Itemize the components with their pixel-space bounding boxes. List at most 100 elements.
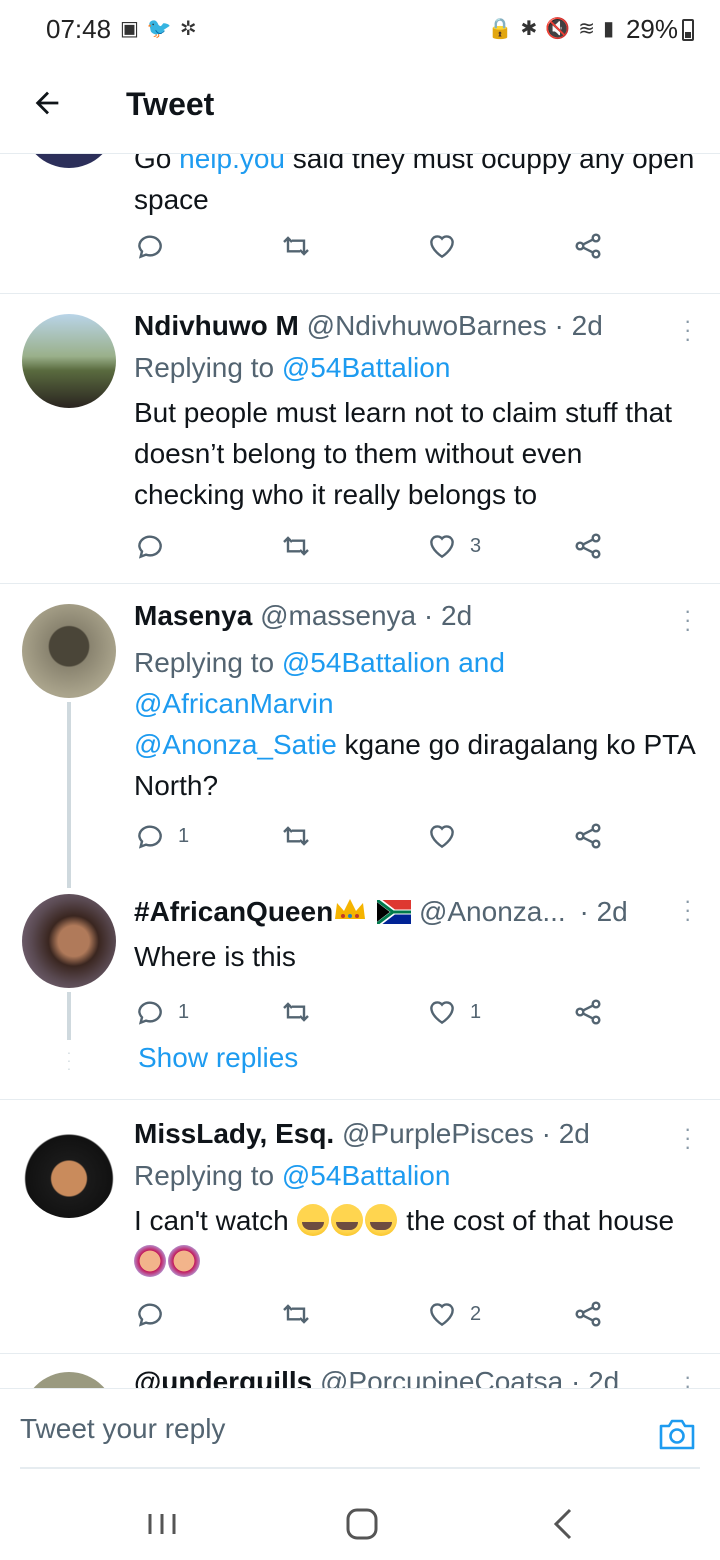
- woman-gesturing-no-emoji-icon: [134, 1245, 166, 1277]
- reply-icon: [138, 825, 162, 849]
- author-handle[interactable]: @Anonza...: [419, 896, 566, 927]
- more-options-icon[interactable]: ···: [684, 310, 691, 350]
- more-options-icon[interactable]: ···: [684, 1366, 691, 1389]
- avatar[interactable]: [22, 154, 116, 168]
- battery-percent: 29%: [625, 14, 678, 44]
- status-time: 07:48: [46, 14, 112, 44]
- tweet-reply[interactable]: @underquills @PorcupineCoatsa · 2d ···: [0, 1354, 720, 1388]
- like-button[interactable]: 2: [426, 1298, 481, 1330]
- avatar[interactable]: [22, 1372, 116, 1388]
- mention-link[interactable]: @Anonza_Satie: [134, 729, 337, 760]
- south-africa-flag-icon: [377, 900, 412, 924]
- share-icon: [575, 1301, 601, 1327]
- woman-gesturing-no-emoji-icon: [168, 1245, 200, 1277]
- more-options-icon[interactable]: ···: [684, 600, 691, 640]
- crying-emoji-icon: [330, 1204, 363, 1236]
- show-replies-link[interactable]: Show replies: [138, 1042, 298, 1074]
- reply-icon: [138, 1303, 162, 1327]
- more-options-icon[interactable]: ···: [684, 1118, 691, 1158]
- tweet-reply[interactable]: MissLady, Esq. @PurplePisces · 2d · · · Re…: [0, 1100, 720, 1354]
- avatar[interactable]: [22, 894, 116, 988]
- heart-icon: [430, 825, 454, 849]
- tweet-time: · 2d: [579, 896, 628, 927]
- author-handle[interactable]: @massenya: [260, 600, 416, 631]
- bluetooth-icon: ✱: [520, 18, 538, 40]
- mention-link[interactable]: @54Battalion: [282, 352, 451, 383]
- retweet-icon: [283, 1304, 309, 1324]
- twitter-icon: 🐦: [146, 18, 172, 40]
- retweet-button[interactable]: [280, 1298, 312, 1330]
- tweet-partial[interactable]: Go help.you said they must ocuppy any op…: [0, 154, 720, 294]
- reply-button[interactable]: 1: [134, 820, 189, 852]
- tweet-actions: 2: [134, 1298, 614, 1332]
- share-button[interactable]: [572, 1298, 604, 1330]
- back-icon[interactable]: [544, 1504, 584, 1544]
- gallery-icon: ▣: [120, 18, 139, 40]
- author-handle[interactable]: @PorcupineCoatsa: [320, 1366, 563, 1388]
- replying-to: Replying to @54Battalion and @AfricanMarv…: [134, 647, 505, 719]
- reply-button[interactable]: [134, 1298, 178, 1330]
- tweet-time: · 2d: [571, 1366, 620, 1388]
- tweet-body: Where is this: [134, 941, 296, 972]
- retweet-button[interactable]: [280, 996, 312, 1028]
- tweet-body: But people must learn not to claim stuff…: [134, 397, 673, 510]
- share-icon: [575, 999, 601, 1025]
- reply-button[interactable]: [134, 230, 166, 262]
- share-button[interactable]: [572, 530, 604, 562]
- mention-link[interactable]: @54Battalion: [282, 1160, 451, 1191]
- mute-icon: 🔇: [545, 18, 571, 40]
- share-button[interactable]: [572, 230, 604, 262]
- tweet-reply[interactable]: Masenya @massenya · 2d · · · Replying to @…: [0, 584, 720, 888]
- pinwheel-icon: ✲: [179, 18, 197, 40]
- mention-link[interactable]: @54Battalion and: [282, 647, 505, 678]
- author-name[interactable]: @underquills: [134, 1366, 312, 1388]
- like-button[interactable]: [426, 820, 470, 852]
- crying-emoji-icon: [364, 1204, 397, 1236]
- avatar[interactable]: [22, 1124, 116, 1218]
- battery-icon: [682, 18, 694, 41]
- like-button[interactable]: 3: [426, 530, 481, 562]
- reply-feed[interactable]: Go help.you said they must ocuppy any op…: [0, 154, 720, 1388]
- avatar[interactable]: [22, 604, 116, 698]
- retweet-icon: [283, 536, 309, 556]
- retweet-button[interactable]: [280, 530, 312, 562]
- back-arrow-icon[interactable]: [30, 86, 64, 126]
- share-button[interactable]: [572, 996, 604, 1028]
- author-name[interactable]: Masenya: [134, 600, 252, 631]
- reply-button[interactable]: [134, 530, 178, 562]
- tweet-reply[interactable]: #AfricanQueen @Anonza... · 2d · · · Where …: [0, 874, 720, 1100]
- reply-button[interactable]: 1: [134, 996, 189, 1028]
- home-icon[interactable]: [342, 1504, 382, 1544]
- heart-icon: [430, 1303, 454, 1327]
- retweet-button[interactable]: [280, 820, 312, 852]
- tweet-time: · 2d: [423, 600, 473, 631]
- tweet-link[interactable]: help.you: [179, 154, 285, 174]
- heart-icon: [430, 1001, 454, 1025]
- author-handle[interactable]: @NdivhuwoBarnes: [307, 310, 547, 341]
- author-name[interactable]: MissLady, Esq.: [134, 1118, 334, 1149]
- author-name[interactable]: Ndivhuwo M: [134, 310, 299, 341]
- reply-icon: [138, 1001, 162, 1025]
- more-options-icon[interactable]: ···: [684, 890, 691, 930]
- like-count: 2: [470, 1302, 482, 1325]
- tweet-actions: 3: [134, 530, 614, 564]
- reply-composer: Tweet your reply: [0, 1388, 720, 1480]
- tweet-actions: [134, 230, 614, 264]
- mention-link[interactable]: @AfricanMarvin: [134, 688, 334, 719]
- tweet-reply[interactable]: Ndivhuwo M @NdivhuwoBarnes · 2d · · · Repl…: [0, 294, 720, 584]
- like-button[interactable]: 1: [426, 996, 481, 1028]
- author-handle[interactable]: @PurplePisces: [342, 1118, 534, 1149]
- status-bar: 07:48 ▣ 🐦 ✲ 🔒 ✱ 🔇 ≋ ▮ 29%: [0, 0, 720, 58]
- recents-icon[interactable]: [142, 1504, 182, 1544]
- tweet-time: · 2d: [554, 310, 603, 341]
- reply-input[interactable]: Tweet your reply: [20, 1413, 700, 1469]
- retweet-button[interactable]: [280, 230, 312, 262]
- avatar[interactable]: [22, 314, 116, 408]
- share-button[interactable]: [572, 820, 604, 852]
- author-name[interactable]: #AfricanQueen: [134, 896, 412, 927]
- reply-count: 1: [178, 1000, 190, 1023]
- like-button[interactable]: [426, 230, 458, 262]
- share-icon: [575, 823, 601, 849]
- camera-icon[interactable]: [658, 1417, 696, 1451]
- tweet-body: I can't watch the cost of that house: [134, 1200, 700, 1282]
